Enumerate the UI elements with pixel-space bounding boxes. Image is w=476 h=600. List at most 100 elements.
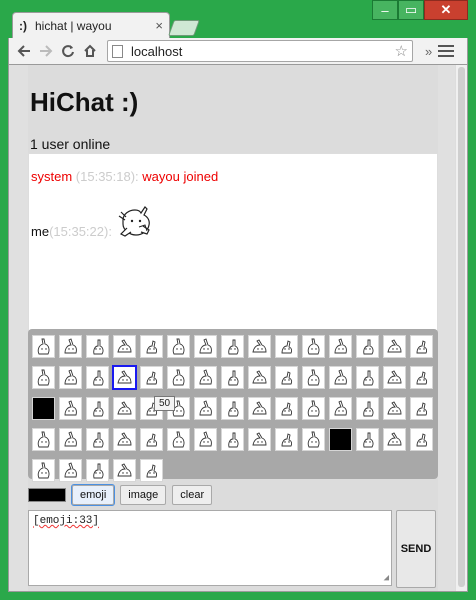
emoji-item[interactable] <box>32 397 55 420</box>
emoji-item[interactable] <box>383 397 406 420</box>
browser-toolbar: localhost ☆ » <box>8 38 468 64</box>
emoji-item[interactable] <box>113 335 136 358</box>
emoji-item[interactable] <box>194 335 217 358</box>
emoji-item[interactable] <box>221 397 244 420</box>
emoji-item[interactable] <box>86 428 109 451</box>
emoji-item[interactable] <box>140 335 163 358</box>
emoji-item[interactable] <box>410 366 433 389</box>
emoji-item[interactable] <box>59 397 82 420</box>
emoji-item[interactable] <box>113 428 136 451</box>
emoji-item[interactable] <box>140 459 163 482</box>
emoji-item[interactable] <box>248 366 271 389</box>
page-title: HiChat :) <box>30 87 139 117</box>
emoji-item[interactable] <box>32 428 55 451</box>
bunny-face-icon <box>307 431 320 448</box>
resize-grip-icon[interactable]: ◢ <box>384 573 389 583</box>
emoji-item[interactable] <box>383 335 406 358</box>
bunny-face-icon <box>252 432 267 446</box>
emoji-item[interactable] <box>329 428 352 451</box>
extensions-overflow-icon[interactable]: » <box>425 44 432 59</box>
emoji-item[interactable] <box>275 366 298 389</box>
forward-arrow-icon[interactable] <box>35 40 57 62</box>
emoji-item[interactable] <box>86 335 109 358</box>
emoji-item[interactable] <box>275 335 298 358</box>
emoji-item[interactable] <box>248 397 271 420</box>
emoji-item[interactable] <box>302 335 325 358</box>
scrollbar-thumb[interactable] <box>458 67 465 587</box>
minimize-button[interactable]: – <box>372 0 398 20</box>
emoji-item[interactable] <box>32 459 55 482</box>
emoji-item[interactable] <box>86 459 109 482</box>
emoji-item[interactable] <box>194 397 217 420</box>
emoji-item[interactable] <box>356 428 379 451</box>
emoji-item[interactable] <box>356 366 379 389</box>
emoji-item[interactable] <box>167 335 190 358</box>
emoji-item[interactable] <box>275 397 298 420</box>
emoji-item[interactable] <box>113 397 136 420</box>
maximize-button[interactable]: ▭ <box>398 0 424 20</box>
emoji-item[interactable] <box>410 397 433 420</box>
emoji-item[interactable] <box>86 397 109 420</box>
emoji-item[interactable] <box>302 428 325 451</box>
emoji-item[interactable] <box>32 335 55 358</box>
emoji-item[interactable] <box>248 335 271 358</box>
emoji-item[interactable] <box>140 366 163 389</box>
emoji-item[interactable] <box>329 366 352 389</box>
color-picker[interactable] <box>28 488 66 502</box>
emoji-item[interactable] <box>59 335 82 358</box>
emoji-item[interactable] <box>302 366 325 389</box>
emoji-item[interactable] <box>221 428 244 451</box>
emoji-item[interactable] <box>112 365 137 390</box>
home-icon[interactable] <box>79 40 101 62</box>
online-status: 1 user online <box>30 136 111 152</box>
emoji-item[interactable] <box>221 335 244 358</box>
emoji-item[interactable] <box>356 335 379 358</box>
message-time: (15:35:18): <box>75 169 139 184</box>
reload-icon[interactable] <box>57 40 79 62</box>
emoji-item[interactable] <box>59 366 82 389</box>
send-button[interactable]: SEND <box>396 510 436 588</box>
emoji-item[interactable] <box>59 428 82 451</box>
bunny-face-icon <box>307 369 320 386</box>
emoji-item[interactable] <box>113 459 136 482</box>
page-scrollbar[interactable] <box>455 65 467 591</box>
browser-tab[interactable]: :) hichat | wayou × <box>12 12 170 38</box>
bunny-face-icon <box>93 339 104 355</box>
browser-window: :) hichat | wayou × – ▭ ✕ localhost ☆ » <box>0 0 476 600</box>
emoji-item[interactable] <box>167 428 190 451</box>
emoji-item[interactable] <box>194 366 217 389</box>
emoji-item[interactable] <box>383 366 406 389</box>
emoji-item[interactable] <box>302 397 325 420</box>
emoji-item[interactable] <box>383 428 406 451</box>
emoji-item[interactable] <box>356 397 379 420</box>
browser-menu-icon[interactable] <box>438 45 455 57</box>
bunny-face-icon <box>307 400 320 417</box>
tab-close-icon[interactable]: × <box>155 18 163 33</box>
emoji-item[interactable] <box>329 335 352 358</box>
new-tab-button[interactable] <box>168 20 200 36</box>
emoji-item[interactable] <box>221 366 244 389</box>
image-button[interactable]: image <box>120 485 167 505</box>
emoji-item[interactable] <box>329 397 352 420</box>
url-text: localhost <box>131 43 183 59</box>
clear-button[interactable]: clear <box>172 485 213 505</box>
bookmark-star-icon[interactable]: ☆ <box>395 42 408 60</box>
emoji-item[interactable] <box>248 428 271 451</box>
emoji-item[interactable] <box>59 459 82 482</box>
emoji-button[interactable]: emoji <box>70 484 116 506</box>
emoji-item[interactable] <box>410 428 433 451</box>
emoji-item[interactable] <box>32 366 55 389</box>
emoji-item[interactable] <box>275 428 298 451</box>
bunny-face-icon <box>387 432 402 446</box>
close-window-button[interactable]: ✕ <box>424 0 468 20</box>
message-input[interactable]: [emoji:33] ◢ <box>28 510 392 586</box>
emoji-item[interactable] <box>86 366 109 389</box>
bunny-face-icon <box>281 402 293 416</box>
emoji-item[interactable] <box>140 428 163 451</box>
emoji-item[interactable] <box>167 366 190 389</box>
back-arrow-icon[interactable] <box>13 40 35 62</box>
emoji-item[interactable] <box>194 428 217 451</box>
address-bar[interactable]: localhost ☆ <box>107 40 413 62</box>
bunny-face-icon <box>363 370 374 386</box>
emoji-item[interactable] <box>410 335 433 358</box>
